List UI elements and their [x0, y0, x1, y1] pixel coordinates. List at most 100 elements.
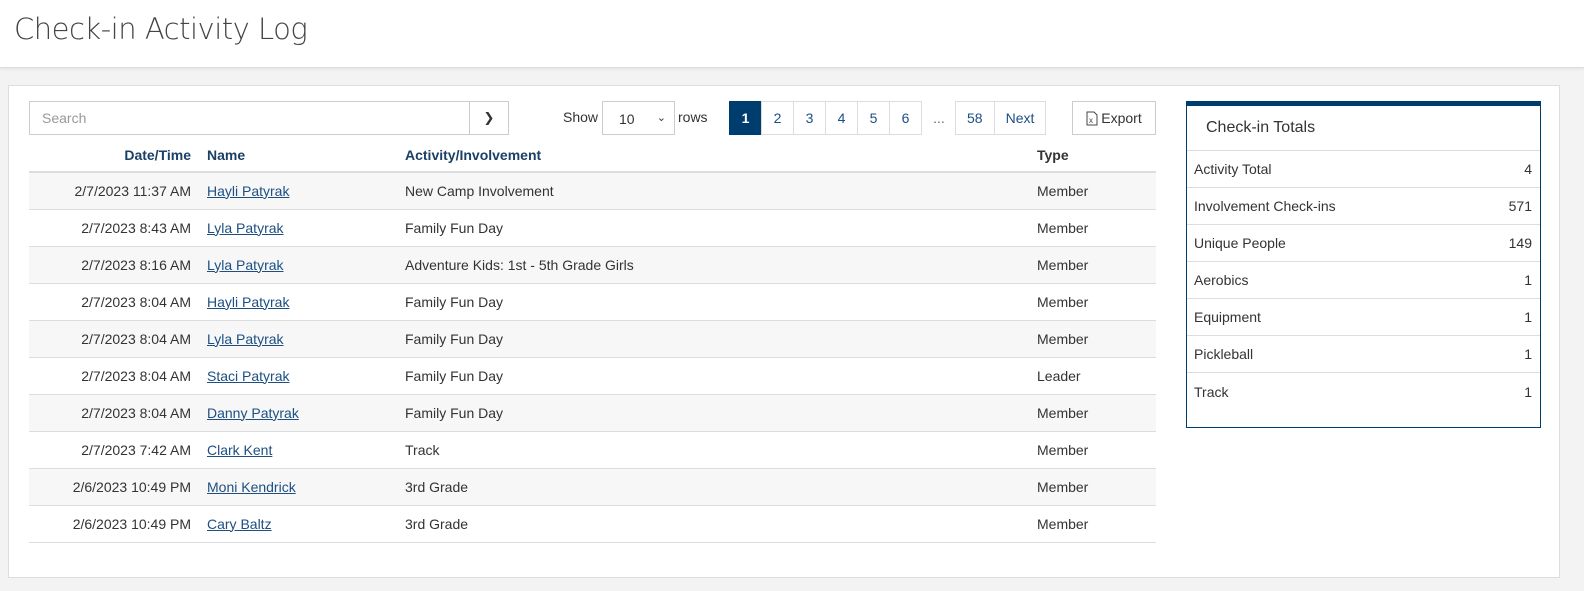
totals-value: 1: [1524, 309, 1532, 325]
cell-name: Staci Patyrak: [207, 357, 405, 395]
totals-row: Equipment 1: [1187, 299, 1540, 336]
cell-name: Danny Patyrak: [207, 394, 405, 432]
rows-value: 10: [619, 111, 635, 127]
cell-type: Member: [1037, 394, 1156, 432]
totals-value: 149: [1508, 235, 1532, 251]
activity-panel: ❯ Show 10⌄ rows 1 2 3 4 5 6 ... 58 Next …: [8, 85, 1560, 578]
rows-per-page-select[interactable]: 10 ⌄: [602, 101, 675, 135]
cell-name: Hayli Patyrak: [207, 283, 405, 321]
cell-datetime: 2/6/2023 10:49 PM: [29, 468, 207, 506]
cell-name: Hayli Patyrak: [207, 172, 405, 210]
cell-type: Member: [1037, 431, 1156, 469]
pagination: 1 2 3 4 5 6 ... 58 Next: [729, 101, 1047, 135]
cell-type: Member: [1037, 283, 1156, 321]
export-button[interactable]: x Export: [1072, 101, 1156, 135]
cell-name: Moni Kendrick: [207, 468, 405, 506]
cell-type: Member: [1037, 209, 1156, 247]
cell-type: Leader: [1037, 357, 1156, 395]
cell-datetime: 2/6/2023 10:49 PM: [29, 505, 207, 543]
totals-value: 4: [1524, 161, 1532, 177]
page-4[interactable]: 4: [825, 101, 858, 135]
person-link[interactable]: Cary Baltz: [207, 516, 272, 532]
svg-text:x: x: [1089, 116, 1093, 125]
next-page-button[interactable]: Next: [993, 101, 1047, 135]
cell-activity: Track: [405, 431, 1037, 469]
person-link[interactable]: Moni Kendrick: [207, 479, 296, 495]
cell-name: Cary Baltz: [207, 505, 405, 543]
export-label: Export: [1101, 110, 1142, 126]
show-label: Show: [563, 109, 599, 125]
person-link[interactable]: Danny Patyrak: [207, 405, 299, 421]
page-last[interactable]: 58: [955, 101, 995, 135]
totals-row: Activity Total 4: [1187, 151, 1540, 188]
totals-label: Track: [1194, 383, 1229, 400]
table-row: 2/7/2023 8:04 AM Danny Patyrak Family Fu…: [29, 394, 1156, 432]
cell-datetime: 2/7/2023 8:43 AM: [29, 209, 207, 247]
page-1[interactable]: 1: [729, 101, 762, 135]
page-header: Check-in Activity Log: [0, 0, 1584, 68]
rows-label: rows: [678, 109, 708, 125]
chevron-down-icon[interactable]: ❯: [469, 102, 508, 134]
cell-activity: Family Fun Day: [405, 357, 1037, 395]
col-activity[interactable]: Activity/Involvement: [405, 136, 1037, 173]
totals-row: Unique People 149: [1187, 225, 1540, 262]
table-row: 2/7/2023 7:42 AM Clark Kent Track Member: [29, 431, 1156, 469]
page-2[interactable]: 2: [761, 101, 794, 135]
page-6[interactable]: 6: [889, 101, 922, 135]
cell-activity: 3rd Grade: [405, 468, 1037, 506]
totals-label: Involvement Check-ins: [1194, 198, 1336, 214]
person-link[interactable]: Hayli Patyrak: [207, 294, 289, 310]
search-box: ❯: [29, 101, 509, 135]
checkin-totals-card: Check-in Totals Activity Total 4 Involveme…: [1186, 101, 1541, 428]
table-row: 2/7/2023 8:04 AM Staci Patyrak Family Fu…: [29, 357, 1156, 395]
cell-name: Clark Kent: [207, 431, 405, 469]
totals-title: Check-in Totals: [1187, 106, 1540, 151]
cell-type: Member: [1037, 505, 1156, 543]
totals-row: Track 1: [1187, 373, 1540, 410]
cell-datetime: 2/7/2023 8:04 AM: [29, 320, 207, 358]
table-row: 2/7/2023 8:04 AM Lyla Patyrak Family Fun…: [29, 320, 1156, 358]
person-link[interactable]: Clark Kent: [207, 442, 272, 458]
person-link[interactable]: Lyla Patyrak: [207, 331, 284, 347]
totals-row: Aerobics 1: [1187, 262, 1540, 299]
cell-name: Lyla Patyrak: [207, 320, 405, 358]
totals-value: 1: [1524, 346, 1532, 362]
cell-name: Lyla Patyrak: [207, 209, 405, 247]
person-link[interactable]: Lyla Patyrak: [207, 220, 284, 236]
search-input[interactable]: [30, 102, 469, 134]
person-link[interactable]: Lyla Patyrak: [207, 257, 284, 273]
col-name[interactable]: Name: [207, 136, 405, 173]
cell-type: Member: [1037, 468, 1156, 506]
person-link[interactable]: Staci Patyrak: [207, 368, 289, 384]
page-3[interactable]: 3: [793, 101, 826, 135]
cell-type: Member: [1037, 172, 1156, 210]
cell-activity: Adventure Kids: 1st - 5th Grade Girls: [405, 246, 1037, 284]
person-link[interactable]: Hayli Patyrak: [207, 183, 289, 199]
cell-datetime: 2/7/2023 8:04 AM: [29, 394, 207, 432]
cell-activity: Family Fun Day: [405, 394, 1037, 432]
cell-datetime: 2/7/2023 8:04 AM: [29, 283, 207, 321]
cell-datetime: 2/7/2023 7:42 AM: [29, 431, 207, 469]
cell-datetime: 2/7/2023 8:04 AM: [29, 357, 207, 395]
totals-label: Unique People: [1194, 235, 1286, 251]
col-datetime[interactable]: Date/Time: [29, 136, 207, 173]
cell-activity: Family Fun Day: [405, 320, 1037, 358]
cell-datetime: 2/7/2023 8:16 AM: [29, 246, 207, 284]
table-row: 2/7/2023 8:04 AM Hayli Patyrak Family Fu…: [29, 283, 1156, 321]
totals-value: 1: [1524, 383, 1532, 400]
cell-activity: 3rd Grade: [405, 505, 1037, 543]
page-title: Check-in Activity Log: [14, 12, 308, 46]
pagination-ellipsis: ...: [933, 110, 945, 126]
col-type[interactable]: Type: [1037, 136, 1156, 173]
table-row: 2/6/2023 10:49 PM Cary Baltz 3rd Grade M…: [29, 505, 1156, 543]
cell-type: Member: [1037, 320, 1156, 358]
totals-label: Equipment: [1194, 309, 1261, 325]
table-row: 2/6/2023 10:49 PM Moni Kendrick 3rd Grad…: [29, 468, 1156, 506]
cell-name: Lyla Patyrak: [207, 246, 405, 284]
checkin-table: Date/Time Name Activity/Involvement Type…: [29, 136, 1156, 543]
table-row: 2/7/2023 11:37 AM Hayli Patyrak New Camp…: [29, 172, 1156, 210]
page-5[interactable]: 5: [857, 101, 890, 135]
cell-activity: Family Fun Day: [405, 209, 1037, 247]
cell-activity: Family Fun Day: [405, 283, 1037, 321]
cell-type: Member: [1037, 246, 1156, 284]
